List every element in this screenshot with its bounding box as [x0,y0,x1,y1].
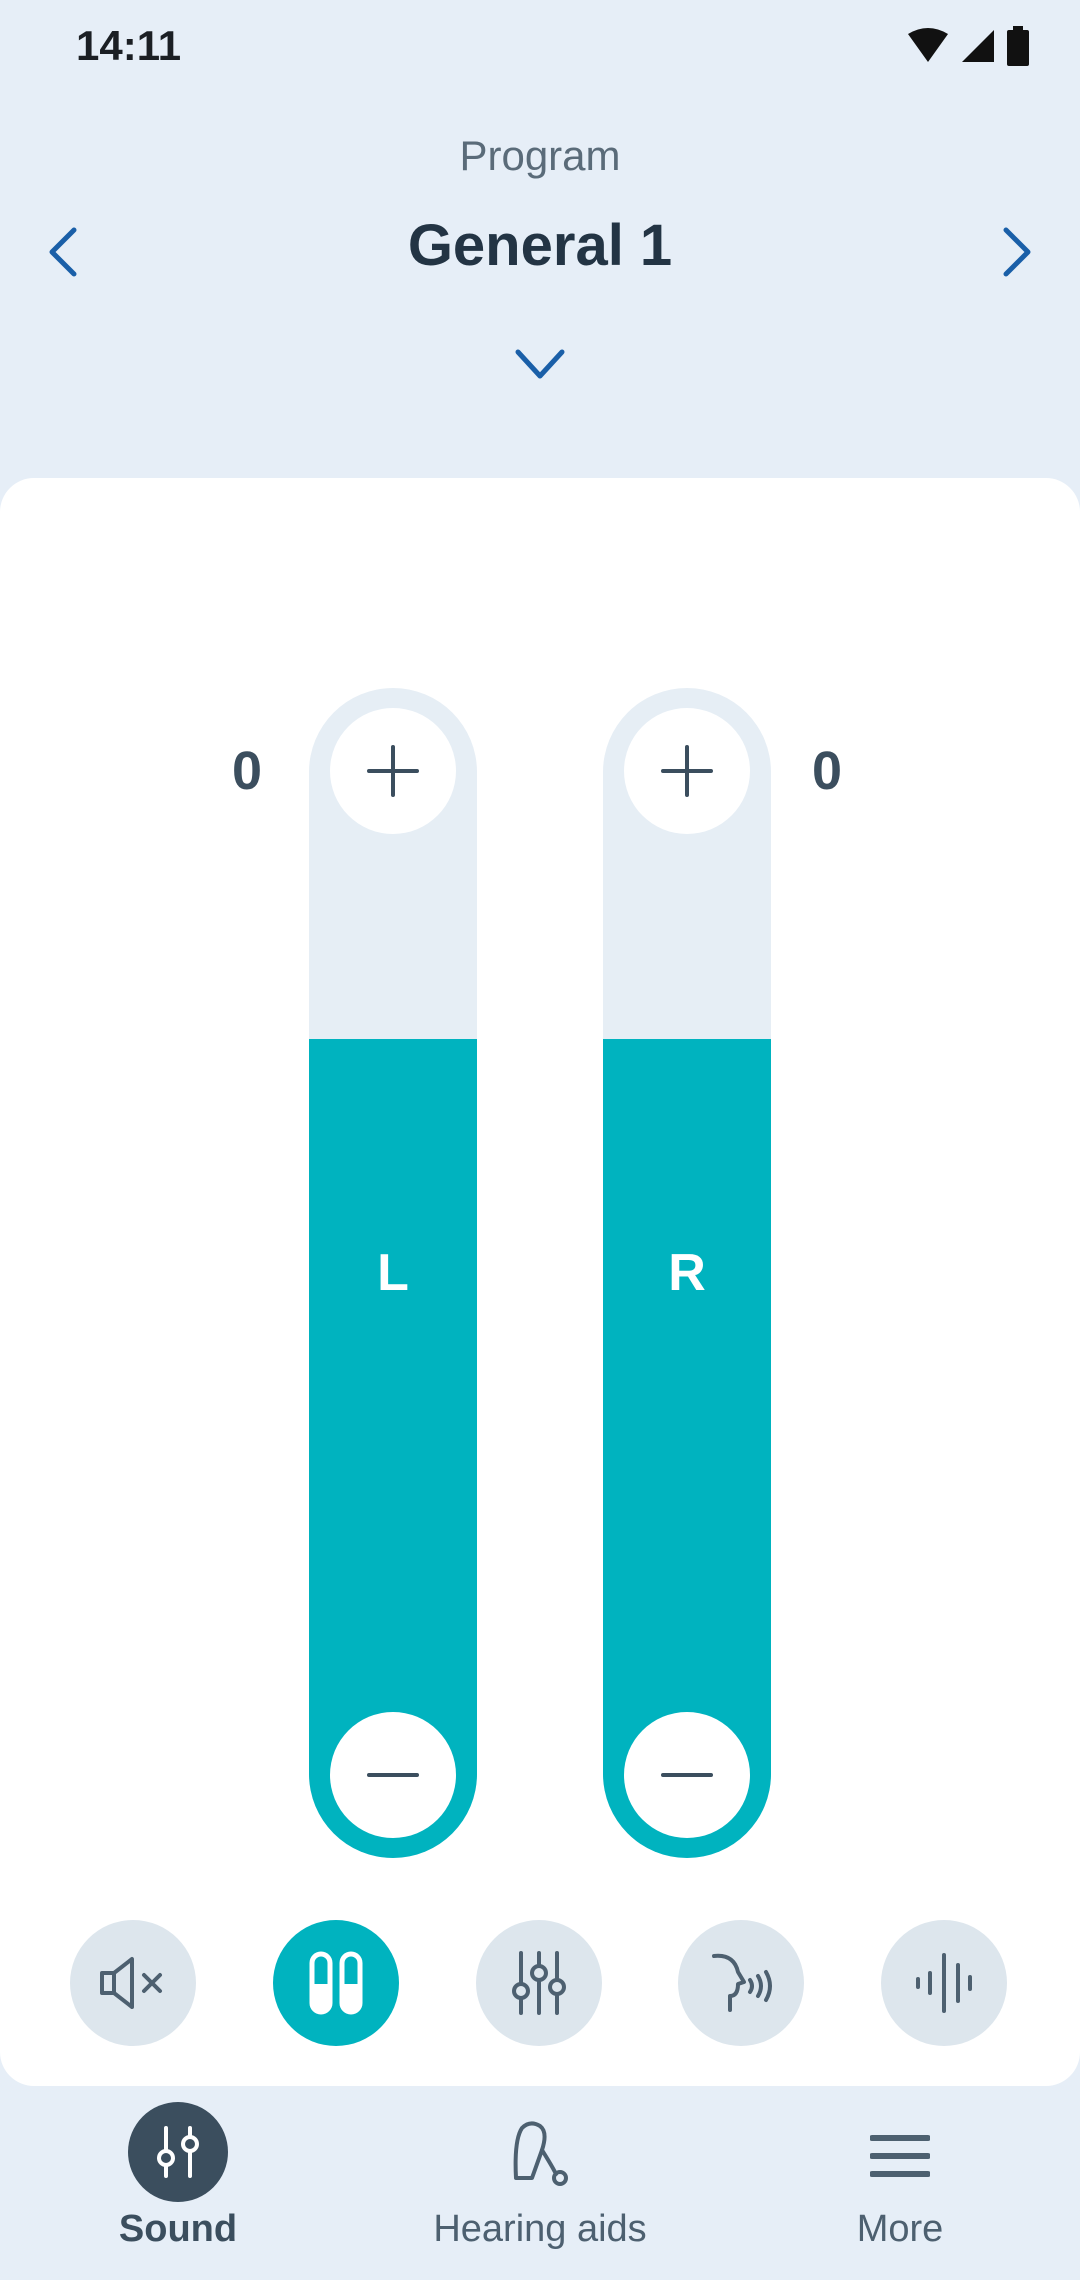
hearing-aid-icon [513,2121,568,2186]
split-volume-button[interactable] [273,1920,399,2046]
left-volume-up-button[interactable] [330,708,456,834]
tab-more[interactable]: More [750,2086,1050,2280]
tab-sound-label: Sound [118,2208,238,2250]
mute-icon [100,1957,162,2009]
sound-sliders-icon [128,2102,228,2202]
next-program-button[interactable] [990,222,1040,282]
left-slider-label: L [377,1244,409,1302]
right-volume-slider[interactable]: R [603,688,771,1858]
signal-icon [962,30,994,62]
left-volume-down-button[interactable] [330,1712,456,1838]
status-time: 14:11 [76,22,182,69]
bottom-navigation: Sound Hearing aids More [0,2086,1080,2280]
volume-card [0,478,1080,2086]
program-label: Program [459,132,621,179]
left-volume-slider[interactable]: L [309,688,477,1858]
equalizer-button[interactable] [476,1920,602,2046]
noise-reduction-icon [916,1953,972,2013]
minus-icon [661,1773,713,1777]
wifi-icon [908,28,948,62]
previous-program-button[interactable] [40,222,90,282]
expand-program-chevron-icon[interactable] [514,346,566,382]
right-slider-label: R [668,1244,706,1302]
tab-more-label: More [856,2208,944,2250]
mute-button[interactable] [70,1920,196,2046]
tab-hearing-aids-label: Hearing aids [433,2208,647,2250]
left-volume-value: 0 [232,741,263,801]
tab-sound[interactable]: Sound [28,2086,328,2280]
right-volume-up-button[interactable] [624,708,750,834]
status-bar: 14:11 [0,0,1080,100]
speech-focus-icon [712,1953,772,2012]
menu-icon [870,2135,930,2177]
speech-focus-button[interactable] [678,1920,804,2046]
plus-icon [661,745,713,797]
split-volume-icon [309,1951,363,2015]
noise-reduction-button[interactable] [881,1920,1007,2046]
battery-icon [1007,26,1029,66]
right-volume-down-button[interactable] [624,1712,750,1838]
equalizer-icon [512,1951,566,2015]
status-icons [906,26,1030,66]
minus-icon [367,1773,419,1777]
plus-icon [367,745,419,797]
right-volume-value: 0 [812,741,843,801]
sound-actions-row [0,1920,1080,2046]
tab-hearing-aids[interactable]: Hearing aids [390,2086,690,2280]
program-name: General 1 [407,213,673,278]
